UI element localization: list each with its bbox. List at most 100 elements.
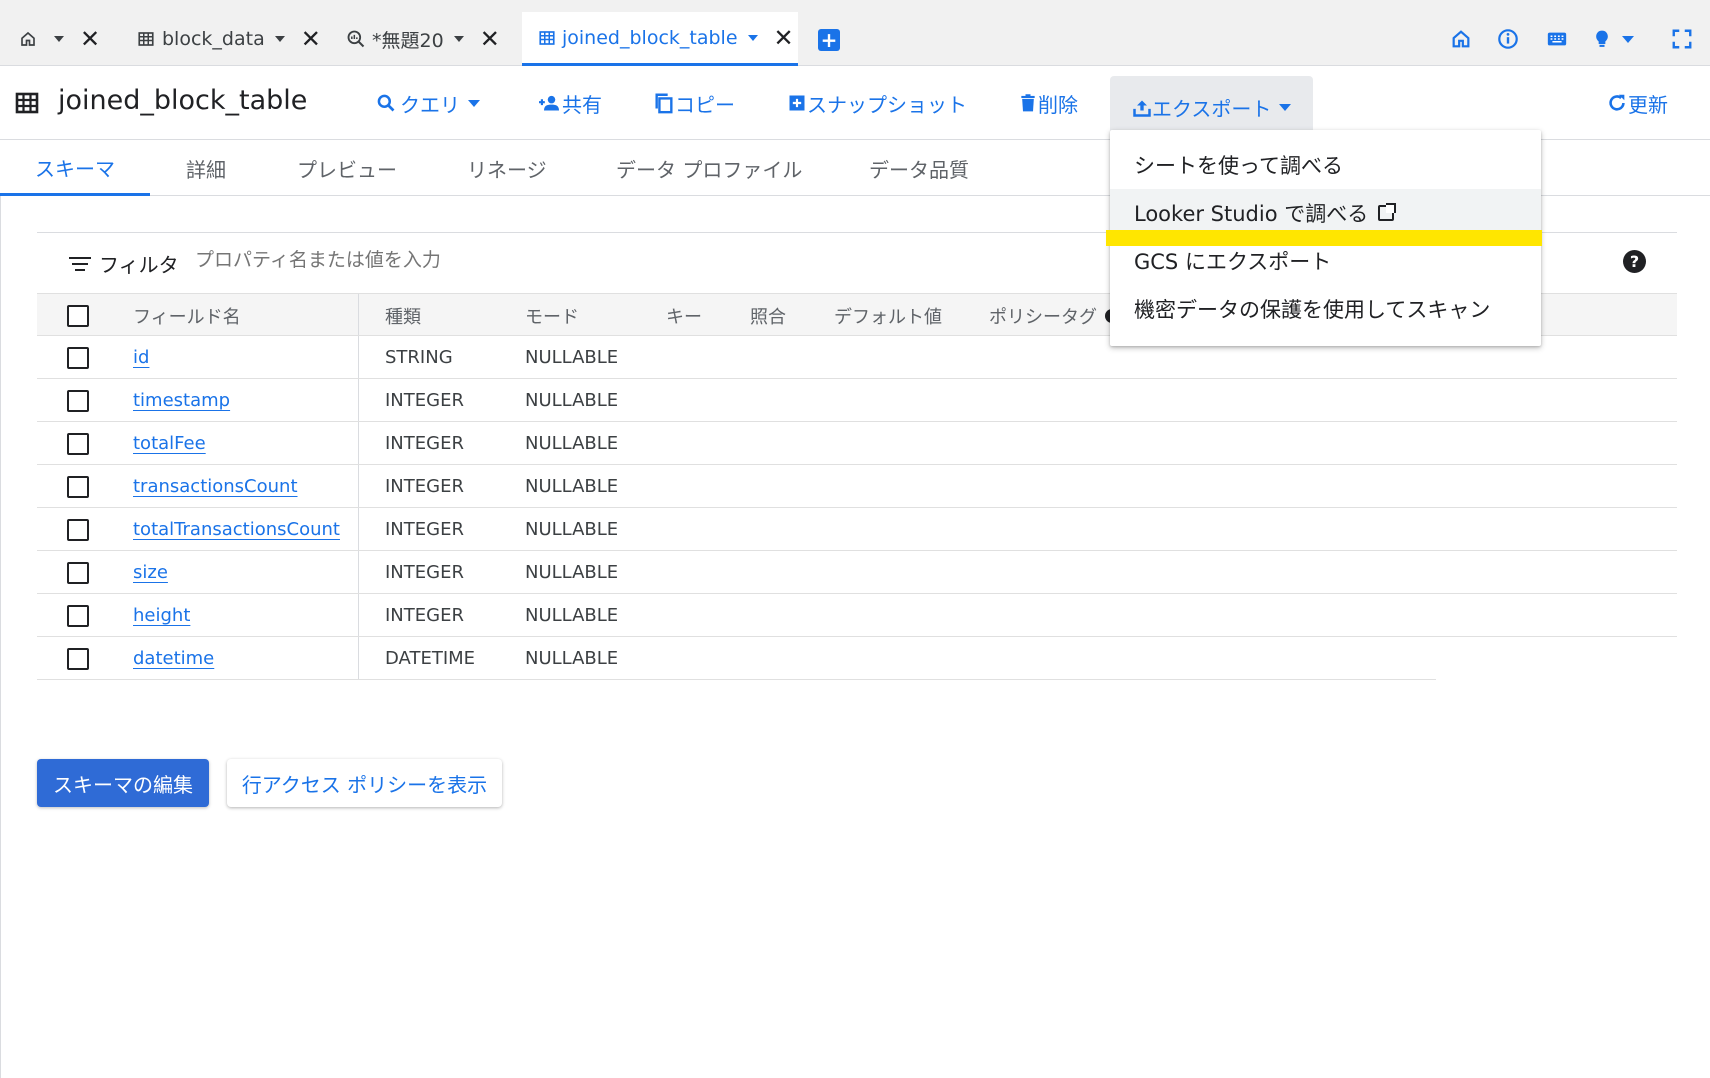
field-mode: NULLABLE bbox=[525, 648, 619, 669]
header-field-name[interactable]: フィールド名 bbox=[133, 294, 241, 337]
menu-item-label: Looker Studio で調べる bbox=[1134, 202, 1369, 226]
close-icon[interactable]: ✕ bbox=[774, 26, 794, 50]
tab-data-quality[interactable]: データ品質 bbox=[869, 141, 969, 196]
table-row: totalTransactionsCount INTEGER NULLABLE bbox=[37, 508, 1677, 551]
copy-button[interactable]: コピー bbox=[653, 67, 735, 139]
share-button[interactable]: 共有 bbox=[536, 67, 602, 139]
view-row-access-policy-button[interactable]: 行アクセス ポリシーを表示 bbox=[227, 759, 502, 807]
field-name-link[interactable]: datetime bbox=[133, 648, 214, 669]
row-checkbox[interactable] bbox=[67, 648, 89, 670]
menu-item-explore-with-sheets[interactable]: シートを使って調べる bbox=[1110, 141, 1541, 189]
search-icon bbox=[377, 94, 395, 112]
column-divider bbox=[358, 551, 359, 593]
tab-menu-caret-icon[interactable] bbox=[453, 36, 464, 42]
help-icon[interactable]: ? bbox=[1623, 250, 1646, 273]
header-policy-tags[interactable]: ポリシータグ bbox=[989, 294, 1119, 337]
table-row: timestamp INTEGER NULLABLE bbox=[37, 379, 1677, 422]
keyboard-icon[interactable] bbox=[1545, 24, 1569, 54]
table-row: datetime DATETIME NULLABLE bbox=[37, 637, 1436, 680]
row-checkbox[interactable] bbox=[67, 347, 89, 369]
tab-menu-caret-icon[interactable] bbox=[54, 36, 64, 42]
export-label: エクスポート bbox=[1152, 97, 1272, 121]
field-name-link[interactable]: id bbox=[133, 347, 149, 368]
table-icon bbox=[538, 28, 556, 48]
lightbulb-icon[interactable] bbox=[1592, 24, 1634, 54]
filter-input[interactable] bbox=[195, 249, 795, 271]
tab-details[interactable]: 詳細 bbox=[186, 141, 226, 196]
column-divider bbox=[358, 594, 359, 636]
field-mode: NULLABLE bbox=[525, 347, 619, 368]
fullscreen-icon[interactable] bbox=[1671, 24, 1693, 54]
add-person-icon bbox=[539, 95, 559, 111]
column-divider bbox=[358, 422, 359, 464]
row-checkbox[interactable] bbox=[67, 605, 89, 627]
close-icon[interactable]: ✕ bbox=[301, 27, 321, 51]
share-label: 共有 bbox=[562, 92, 602, 117]
table-row: height INTEGER NULLABLE bbox=[37, 594, 1677, 637]
field-type: INTEGER bbox=[385, 519, 464, 540]
query-button[interactable]: クエリ bbox=[376, 67, 480, 139]
delete-label: 削除 bbox=[1038, 92, 1078, 117]
add-tab-icon[interactable]: + bbox=[818, 29, 840, 51]
filter-label: フィルタ bbox=[99, 253, 179, 277]
snapshot-button[interactable]: スナップショット bbox=[787, 67, 967, 139]
tab-lineage[interactable]: リネージ bbox=[467, 141, 547, 196]
edit-schema-button[interactable]: スキーマの編集 bbox=[37, 759, 209, 807]
field-type: STRING bbox=[385, 347, 453, 368]
field-name-link[interactable]: transactionsCount bbox=[133, 476, 298, 497]
tab-strip: ✕ block_data ✕ *無題20 ✕ joined_block_tabl… bbox=[0, 0, 1710, 66]
header-type[interactable]: 種類 bbox=[385, 294, 421, 337]
refresh-icon bbox=[1609, 94, 1625, 111]
field-type: INTEGER bbox=[385, 476, 464, 497]
header-default-value[interactable]: デフォルト値 bbox=[834, 294, 942, 337]
row-checkbox[interactable] bbox=[67, 390, 89, 412]
field-name-link[interactable]: size bbox=[133, 562, 168, 583]
tab-home[interactable]: ✕ bbox=[18, 12, 100, 66]
select-all-checkbox[interactable] bbox=[67, 305, 89, 327]
menu-item-label: シートを使って調べる bbox=[1134, 154, 1343, 178]
close-icon[interactable]: ✕ bbox=[480, 27, 500, 51]
field-type: INTEGER bbox=[385, 390, 464, 411]
tab-joined-block-table[interactable]: joined_block_table ✕ bbox=[522, 12, 798, 66]
snapshot-label: スナップショット bbox=[807, 92, 967, 117]
info-icon[interactable] bbox=[1497, 24, 1519, 54]
table-icon bbox=[15, 91, 39, 119]
tab-menu-caret-icon[interactable] bbox=[747, 34, 758, 41]
refresh-button[interactable]: 更新 bbox=[1606, 67, 1668, 139]
menu-item-scan-with-sensitive-data-protection[interactable]: 機密データの保護を使用してスキャン bbox=[1110, 285, 1541, 333]
home-nav-icon[interactable] bbox=[1450, 24, 1472, 54]
tab-query-untitled[interactable]: *無題20 ✕ bbox=[346, 12, 500, 66]
table-row: totalFee INTEGER NULLABLE bbox=[37, 422, 1677, 465]
field-mode: NULLABLE bbox=[525, 476, 619, 497]
filter-list-icon bbox=[69, 257, 91, 275]
field-name-link[interactable]: timestamp bbox=[133, 390, 230, 411]
home-icon bbox=[18, 29, 38, 49]
row-checkbox[interactable] bbox=[67, 562, 89, 584]
field-type: INTEGER bbox=[385, 605, 464, 626]
field-mode: NULLABLE bbox=[525, 519, 619, 540]
delete-button[interactable]: 削除 bbox=[1018, 67, 1078, 139]
trash-icon bbox=[1021, 94, 1035, 112]
header-collation[interactable]: 照合 bbox=[750, 294, 786, 337]
tab-label: *無題20 bbox=[372, 29, 444, 52]
tab-menu-caret-icon[interactable] bbox=[274, 36, 285, 42]
copy-icon bbox=[655, 93, 673, 114]
close-icon[interactable]: ✕ bbox=[80, 27, 100, 51]
row-checkbox[interactable] bbox=[67, 519, 89, 541]
row-checkbox[interactable] bbox=[67, 433, 89, 455]
header-mode[interactable]: モード bbox=[525, 294, 579, 337]
field-name-link[interactable]: height bbox=[133, 605, 190, 626]
header-key[interactable]: キー bbox=[666, 294, 702, 337]
tab-block-data[interactable]: block_data ✕ bbox=[136, 12, 321, 66]
refresh-label: 更新 bbox=[1628, 92, 1668, 117]
column-divider bbox=[358, 379, 359, 421]
tab-schema[interactable]: スキーマ bbox=[0, 141, 150, 196]
add-box-icon bbox=[789, 95, 805, 111]
field-name-link[interactable]: totalFee bbox=[133, 433, 206, 454]
tab-data-profile[interactable]: データ プロファイル bbox=[616, 141, 802, 196]
chevron-down-icon bbox=[1622, 35, 1634, 43]
row-checkbox[interactable] bbox=[67, 476, 89, 498]
column-divider bbox=[358, 465, 359, 507]
field-name-link[interactable]: totalTransactionsCount bbox=[133, 519, 340, 540]
tab-preview[interactable]: プレビュー bbox=[297, 141, 397, 196]
